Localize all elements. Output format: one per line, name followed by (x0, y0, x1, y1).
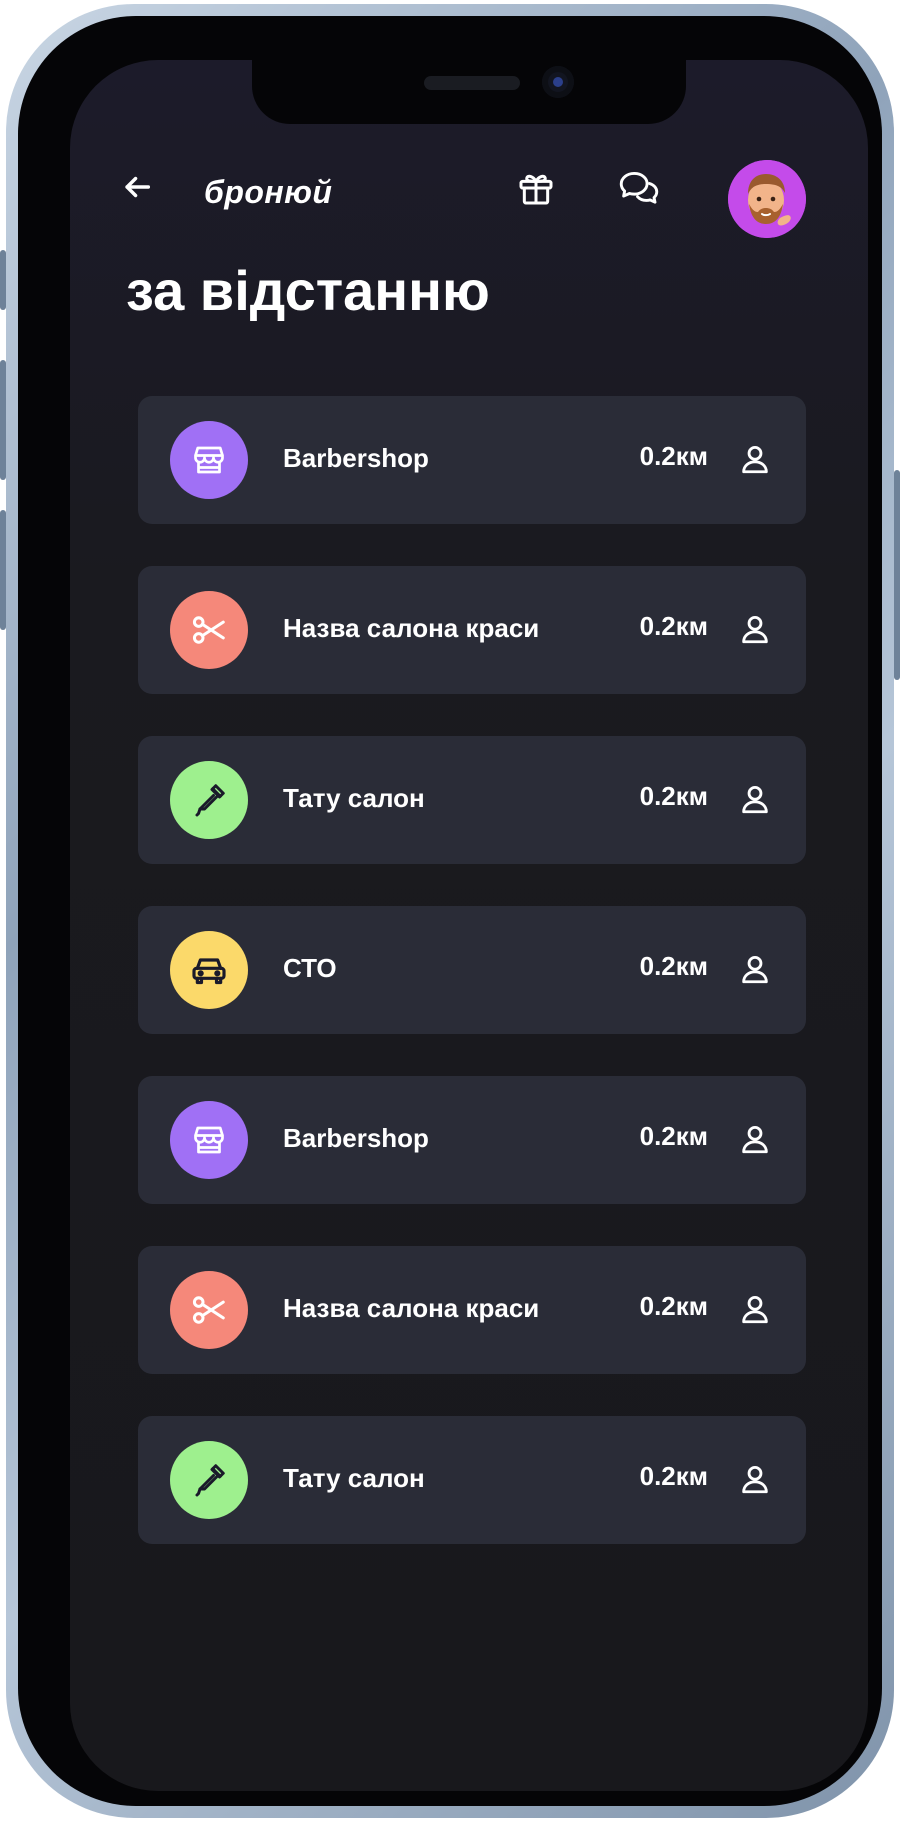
top-bar: бронюй (70, 132, 868, 242)
front-camera (542, 66, 574, 98)
place-distance: 0.2км (639, 781, 708, 811)
place-name: Barbershop (283, 443, 429, 473)
category-badge (170, 761, 248, 839)
user-icon (742, 1125, 768, 1154)
profile-button[interactable] (738, 612, 772, 646)
place-distance: 0.2км (639, 1461, 708, 1491)
chat-button[interactable] (618, 168, 660, 208)
chat-bubbles-icon (619, 172, 659, 204)
power-button (894, 470, 900, 680)
arrow-left-icon (125, 176, 151, 198)
speaker-grill (424, 76, 520, 90)
list-item[interactable]: Тату салон 0.2км (138, 736, 806, 864)
place-name: Назва салона краси (283, 1293, 540, 1323)
category-badge (170, 591, 248, 669)
place-name: СТО (283, 953, 337, 983)
page-title: за відстанню (126, 259, 490, 322)
volume-up-button (0, 360, 6, 480)
list-item[interactable]: СТО 0.2км (138, 906, 806, 1034)
user-icon (742, 445, 768, 474)
scissors-icon (192, 1296, 225, 1324)
user-icon (742, 785, 768, 814)
places-list: Barbershop 0.2км Назва салона краси 0.2к… (138, 396, 806, 1586)
profile-button[interactable] (738, 782, 772, 816)
storefront-icon (194, 446, 224, 474)
user-icon (742, 1295, 768, 1324)
gift-button[interactable] (516, 168, 556, 208)
phone-body: бронюй за відстанню Barbershop 0.2км Наз… (18, 16, 882, 1806)
side-button (0, 250, 6, 310)
volume-down-button (0, 510, 6, 630)
scissors-icon (192, 616, 225, 644)
place-distance: 0.2км (639, 1121, 708, 1151)
car-icon (192, 958, 226, 985)
list-item[interactable]: Тату салон 0.2км (138, 1416, 806, 1544)
user-icon (742, 615, 768, 644)
place-name: Тату салон (283, 1463, 425, 1493)
list-item[interactable]: Назва салона краси 0.2км (138, 1246, 806, 1374)
back-button[interactable] (120, 170, 154, 204)
place-distance: 0.2км (639, 441, 708, 471)
place-distance: 0.2км (639, 951, 708, 981)
profile-avatar[interactable] (728, 160, 806, 238)
profile-button[interactable] (738, 1292, 772, 1326)
place-distance: 0.2км (639, 611, 708, 641)
list-item[interactable]: Назва салона краси 0.2км (138, 566, 806, 694)
list-item[interactable]: Barbershop 0.2км (138, 396, 806, 524)
place-name: Barbershop (283, 1123, 429, 1153)
dropper-icon (195, 1464, 225, 1497)
profile-button[interactable] (738, 1122, 772, 1156)
profile-button[interactable] (738, 952, 772, 986)
screen: бронюй за відстанню Barbershop 0.2км Наз… (70, 60, 868, 1791)
place-distance: 0.2км (639, 1291, 708, 1321)
user-icon (742, 1465, 768, 1494)
notch (252, 60, 686, 124)
app-brand: бронюй (204, 174, 333, 210)
category-badge (170, 1441, 248, 1519)
memoji-avatar (728, 160, 806, 238)
place-name: Тату салон (283, 783, 425, 813)
profile-button[interactable] (738, 1462, 772, 1496)
profile-button[interactable] (738, 442, 772, 476)
gift-icon (519, 174, 553, 205)
category-badge (170, 931, 248, 1009)
place-name: Назва салона краси (283, 613, 540, 643)
storefront-icon (194, 1126, 224, 1154)
dropper-icon (195, 784, 225, 817)
category-badge (170, 1271, 248, 1349)
list-item[interactable]: Barbershop 0.2км (138, 1076, 806, 1204)
user-icon (742, 955, 768, 984)
category-badge (170, 421, 248, 499)
category-badge (170, 1101, 248, 1179)
